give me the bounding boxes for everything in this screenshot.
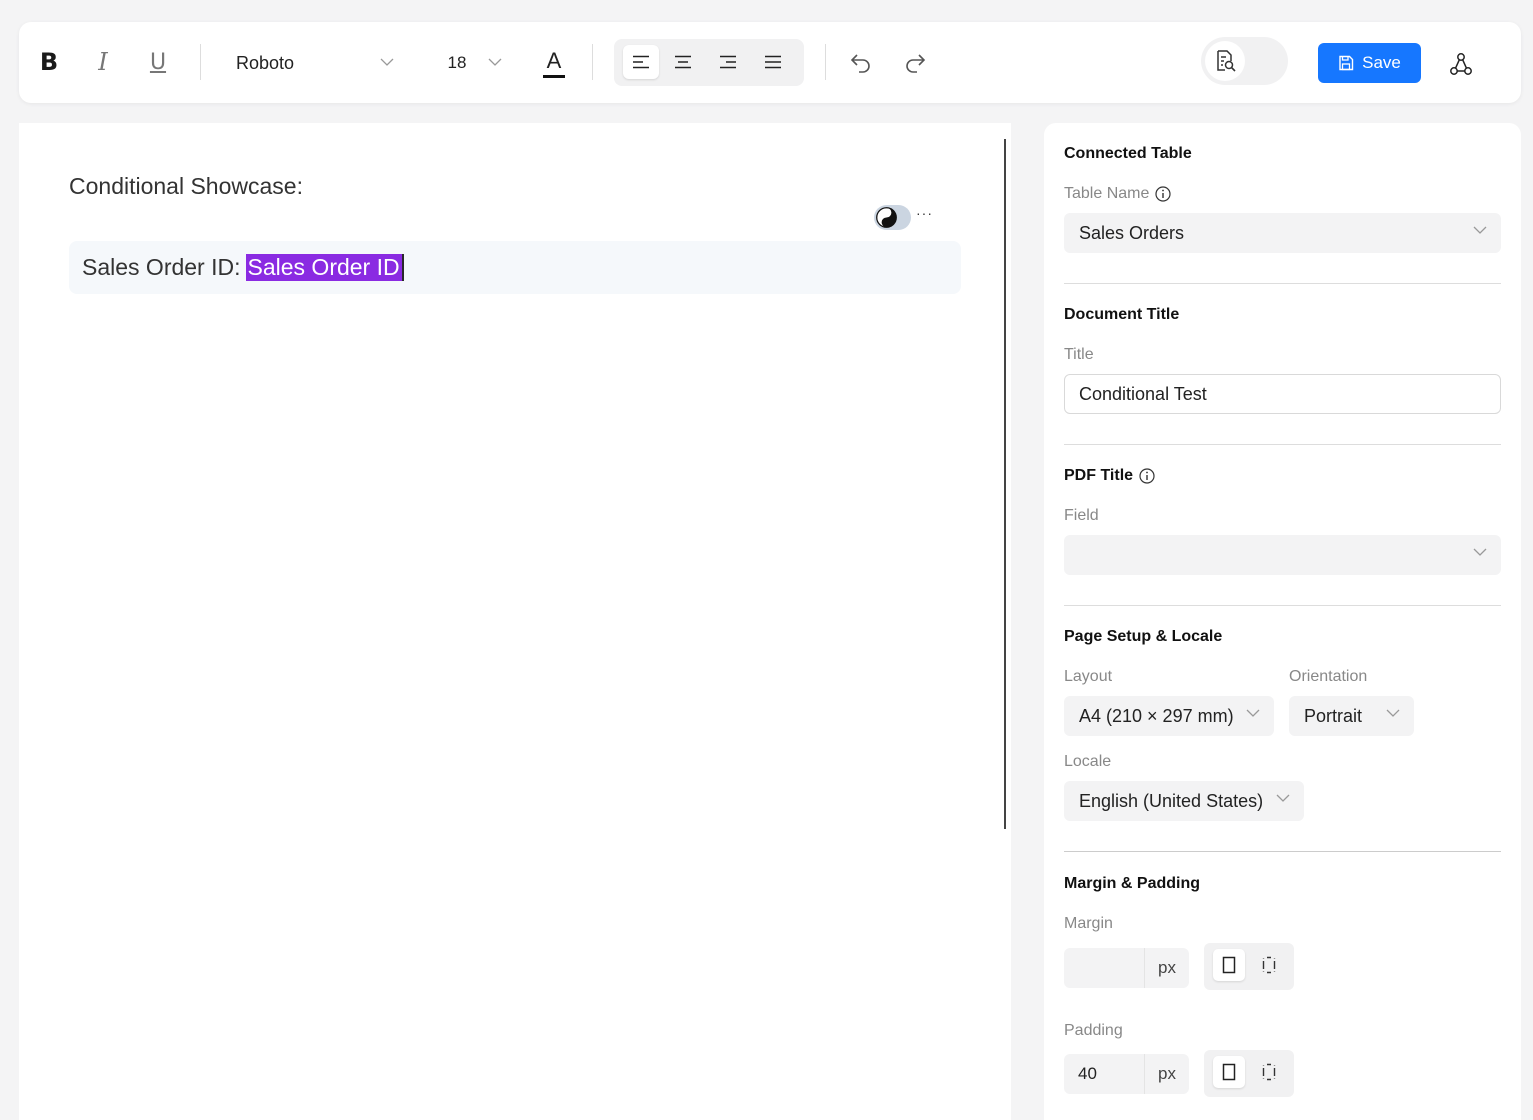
conditional-toggle[interactable] — [874, 205, 911, 230]
text-color-button[interactable]: A — [539, 44, 569, 82]
save-label: Save — [1362, 53, 1401, 72]
document-heading[interactable]: Conditional Showcase: — [69, 173, 303, 200]
table-name-value: Sales Orders — [1079, 222, 1185, 243]
padding-input[interactable]: 40 — [1064, 1054, 1144, 1094]
chevron-down-icon[interactable] — [485, 52, 505, 72]
align-center-button[interactable] — [665, 45, 701, 79]
locale-select[interactable]: English (United States) — [1064, 781, 1304, 821]
undo-icon — [850, 54, 870, 73]
preview-toggle[interactable] — [1201, 37, 1288, 85]
field-label: Field — [1064, 507, 1099, 524]
section-divider — [1064, 605, 1501, 606]
title-input[interactable]: Conditional Test — [1064, 374, 1501, 414]
info-icon[interactable] — [1139, 468, 1155, 484]
layout-value: A4 (210 × 297 mm) — [1079, 705, 1234, 726]
info-icon[interactable] — [1155, 186, 1171, 202]
chevron-down-icon — [1473, 548, 1487, 556]
locale-value: English (United States) — [1079, 790, 1264, 811]
undo-button[interactable] — [845, 48, 877, 78]
pdf-title-title: PDF Title — [1064, 467, 1134, 484]
field-chip[interactable]: Sales Order ID — [245, 254, 404, 281]
more-options-button[interactable]: ··· — [916, 203, 932, 223]
chevron-down-icon — [1473, 226, 1487, 234]
align-center-icon — [675, 55, 691, 69]
toolbar-divider — [200, 44, 201, 80]
text-color-icon: A — [546, 47, 562, 73]
align-right-button[interactable] — [710, 45, 746, 79]
uniform-side-icon — [1222, 956, 1236, 974]
chevron-down-icon[interactable] — [377, 52, 397, 72]
margin-unit: px — [1144, 948, 1189, 988]
padding-field[interactable]: 40 px — [1064, 1054, 1189, 1094]
italic-button[interactable]: I — [85, 44, 121, 80]
chevron-down-icon — [1386, 709, 1400, 717]
block-label: Sales Order ID: — [82, 254, 241, 280]
pdf-field-select[interactable] — [1064, 535, 1501, 575]
table-name-select[interactable]: Sales Orders — [1064, 213, 1501, 253]
margin-uniform-button[interactable] — [1213, 949, 1245, 981]
toolbar: B I U Roboto 18 A Save — [19, 22, 1521, 103]
editor-scrollbar[interactable] — [1004, 139, 1006, 829]
layout-select[interactable]: A4 (210 × 297 mm) — [1064, 696, 1274, 736]
margin-padding-title: Margin & Padding — [1064, 875, 1200, 892]
align-justify-icon — [765, 55, 781, 69]
conditional-block[interactable]: Sales Order ID: Sales Order ID — [69, 241, 961, 294]
title-label: Title — [1064, 346, 1094, 363]
padding-unit: px — [1144, 1054, 1189, 1094]
padding-mode-group — [1204, 1050, 1294, 1097]
orientation-value: Portrait — [1304, 705, 1363, 726]
underline-button[interactable]: U — [140, 44, 176, 80]
align-right-icon — [720, 55, 736, 69]
font-size-select[interactable]: 18 — [439, 46, 475, 80]
pdf-title-row: PDF Title — [1064, 467, 1155, 485]
margin-mode-group — [1204, 943, 1294, 990]
margin-individual-button[interactable] — [1253, 949, 1285, 981]
toolbar-divider — [592, 44, 593, 80]
margin-input[interactable] — [1064, 948, 1144, 988]
document-editor[interactable]: Conditional Showcase: ··· Sales Order ID… — [19, 123, 1011, 1120]
margin-field[interactable]: px — [1064, 948, 1189, 988]
section-divider — [1064, 283, 1501, 284]
connected-table-title: Connected Table — [1064, 145, 1192, 162]
yin-yang-icon — [876, 207, 897, 228]
section-divider — [1064, 444, 1501, 445]
margin-label: Margin — [1064, 915, 1113, 932]
chevron-down-icon — [1246, 709, 1260, 717]
document-title-title: Document Title — [1064, 306, 1180, 323]
bold-button[interactable]: B — [31, 44, 67, 80]
orientation-select[interactable]: Portrait — [1289, 696, 1414, 736]
individual-sides-icon — [1262, 956, 1276, 974]
padding-label: Padding — [1064, 1022, 1123, 1039]
individual-sides-icon — [1262, 1063, 1276, 1081]
locale-label: Locale — [1064, 753, 1112, 770]
workflow-icon — [1450, 53, 1472, 75]
uniform-side-icon — [1222, 1063, 1236, 1081]
alignment-group — [614, 39, 804, 86]
chevron-down-icon — [1276, 794, 1290, 802]
font-family-select[interactable]: Roboto — [236, 46, 396, 80]
text-color-swatch — [543, 74, 565, 78]
table-name-label-row: Table Name — [1064, 185, 1171, 203]
redo-icon — [906, 54, 926, 73]
padding-individual-button[interactable] — [1253, 1056, 1285, 1088]
workflow-button[interactable] — [1443, 48, 1479, 80]
align-left-icon — [633, 55, 649, 69]
table-name-label: Table Name — [1064, 185, 1150, 202]
layout-label: Layout — [1064, 668, 1113, 685]
page-setup-title: Page Setup & Locale — [1064, 628, 1223, 645]
orientation-label: Orientation — [1289, 668, 1368, 685]
settings-panel: Connected Table Table Name Sales Orders … — [1044, 123, 1521, 1120]
save-icon — [1339, 55, 1354, 71]
document-preview-icon — [1205, 41, 1245, 81]
align-justify-button[interactable] — [755, 45, 791, 79]
toolbar-divider — [825, 44, 826, 80]
save-button[interactable]: Save — [1318, 43, 1421, 83]
padding-uniform-button[interactable] — [1213, 1056, 1245, 1088]
section-divider — [1064, 851, 1501, 852]
redo-button[interactable] — [899, 48, 931, 78]
align-left-button[interactable] — [623, 45, 659, 79]
